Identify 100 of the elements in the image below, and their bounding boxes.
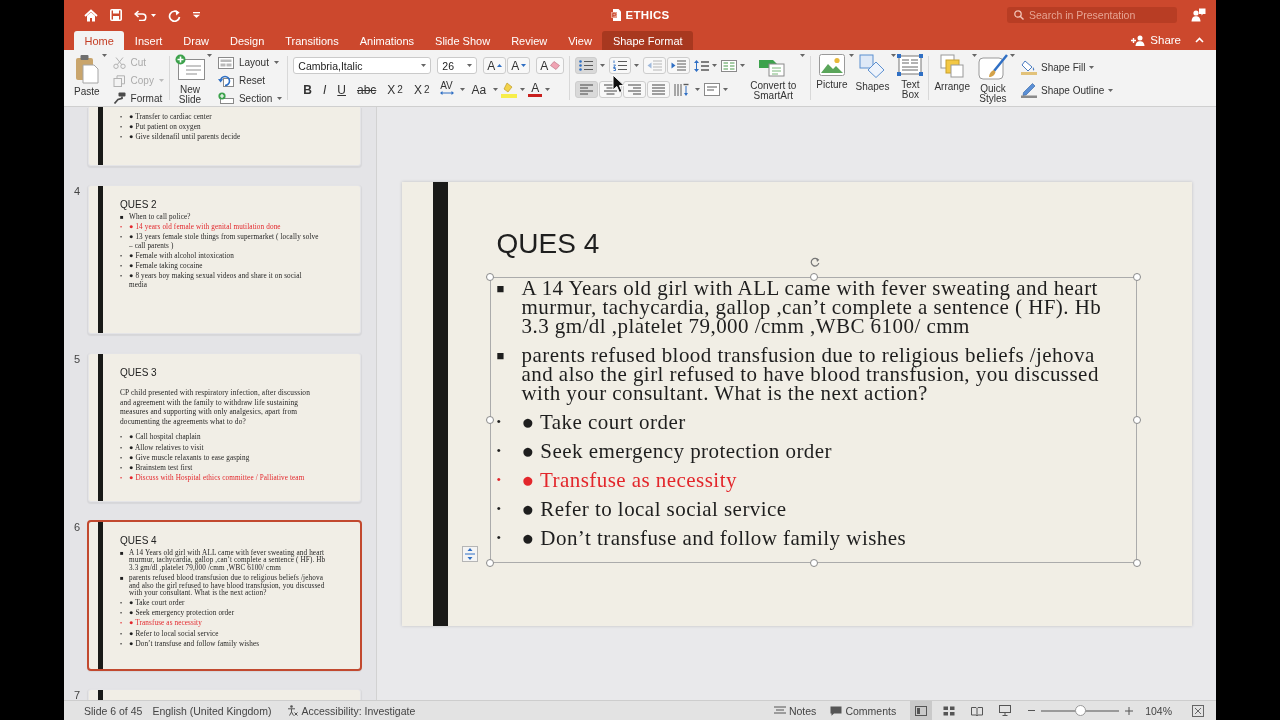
- dropdown-caret-icon[interactable]: [206, 54, 212, 57]
- paste-button[interactable]: Paste: [74, 54, 100, 97]
- dropdown-caret-icon[interactable]: [493, 88, 499, 91]
- dropdown-caret-icon[interactable]: [695, 88, 701, 91]
- shape-fill-button[interactable]: Shape Fill: [1020, 60, 1114, 75]
- text-box-button[interactable]: Text Box: [897, 54, 924, 100]
- ribbon-tab[interactable]: Insert: [124, 31, 173, 50]
- search-field[interactable]: Search in Presentation: [1007, 7, 1177, 23]
- underline-button[interactable]: U: [333, 81, 350, 98]
- ribbon-tab[interactable]: Slide Show: [424, 31, 501, 50]
- dropdown-caret-icon[interactable]: [849, 54, 855, 57]
- zoom-in-icon[interactable]: [1125, 706, 1134, 715]
- dropdown-caret-icon[interactable]: [421, 64, 427, 67]
- new-slide-icon: [174, 54, 205, 82]
- dropdown-caret-icon[interactable]: [520, 88, 526, 91]
- dropdown-caret-icon[interactable]: [891, 54, 897, 57]
- font-size-field[interactable]: 26: [437, 57, 478, 74]
- section-button[interactable]: Section: [217, 90, 283, 106]
- dropdown-caret-icon[interactable]: [600, 64, 606, 67]
- ribbon-tab[interactable]: Transitions: [274, 31, 350, 50]
- home-icon[interactable]: [84, 8, 98, 22]
- new-slide-button[interactable]: New Slide: [174, 54, 205, 105]
- slide-number: 6: [74, 521, 81, 533]
- dropdown-caret-icon[interactable]: [273, 61, 279, 65]
- change-case-button[interactable]: Aa: [467, 81, 491, 98]
- rotate-handle-icon[interactable]: [809, 256, 820, 267]
- arrange-button[interactable]: Arrange: [934, 54, 970, 92]
- reset-button[interactable]: Reset: [217, 72, 283, 89]
- dropdown-caret-icon[interactable]: [1009, 54, 1015, 57]
- font-name-field[interactable]: Cambria,Italic: [293, 57, 432, 74]
- ribbon-tab[interactable]: Draw: [172, 31, 220, 50]
- chevron-up-icon[interactable]: [1195, 37, 1204, 43]
- slide-thumbnail[interactable]: [87, 352, 362, 503]
- undo-icon[interactable]: [134, 9, 148, 21]
- save-icon[interactable]: [110, 9, 122, 21]
- convert-to-smartart-button[interactable]: Convert to SmartArt: [748, 54, 799, 101]
- bullets-button[interactable]: [575, 57, 598, 74]
- character-spacing-button[interactable]: AV: [436, 81, 457, 98]
- dropdown-caret-icon[interactable]: [971, 54, 977, 57]
- resize-handle[interactable]: [486, 273, 494, 281]
- ribbon-tab[interactable]: Design: [219, 31, 275, 50]
- resize-handle[interactable]: [809, 558, 818, 567]
- dropdown-caret-icon[interactable]: [723, 88, 729, 91]
- dropdown-caret-icon[interactable]: [151, 13, 156, 17]
- dropdown-caret-icon[interactable]: [740, 64, 746, 67]
- increase-indent-button[interactable]: [667, 57, 691, 74]
- italic-button[interactable]: I: [318, 81, 331, 98]
- dropdown-caret-icon[interactable]: [1089, 66, 1095, 69]
- line-spacing-icon[interactable]: [694, 59, 710, 72]
- dropdown-caret-icon[interactable]: [634, 64, 640, 67]
- bar-caret-icon[interactable]: [193, 12, 200, 18]
- resize-handle[interactable]: [1132, 416, 1141, 424]
- ribbon-tab[interactable]: View: [557, 31, 603, 50]
- crossed-square-icon[interactable]: [1192, 704, 1204, 717]
- font-color-button[interactable]: A: [528, 82, 543, 97]
- columns-icon[interactable]: [721, 59, 738, 72]
- accessibility-button[interactable]: Accessibility: Investigate: [287, 704, 416, 717]
- format-button[interactable]: Format: [112, 90, 164, 106]
- shape-outline-button[interactable]: Shape Outline: [1020, 83, 1114, 98]
- ribbon-tab[interactable]: Review: [500, 31, 558, 50]
- dropdown-caret-icon[interactable]: [459, 88, 465, 91]
- quick-styles-button[interactable]: Quick Styles: [977, 54, 1008, 104]
- comments-button[interactable]: Comments: [830, 704, 897, 717]
- slide-thumbnail[interactable]: [87, 520, 362, 671]
- dropdown-caret-icon[interactable]: [101, 54, 107, 57]
- shapes-button[interactable]: Shapes: [855, 54, 890, 92]
- dropdown-caret-icon[interactable]: [712, 64, 718, 67]
- clear-formatting-button[interactable]: A: [536, 57, 565, 74]
- dropdown-caret-icon[interactable]: [467, 64, 473, 67]
- up-down-arrows-icon[interactable]: [461, 545, 478, 562]
- decrease-font-size-button[interactable]: A: [507, 57, 531, 74]
- layout-button[interactable]: Layout: [217, 55, 283, 71]
- resize-handle[interactable]: [486, 416, 494, 424]
- redo-icon[interactable]: [168, 8, 181, 22]
- zoom-out-icon[interactable]: [1028, 707, 1036, 714]
- text-lines-box-icon[interactable]: [704, 83, 721, 96]
- ribbon-tab[interactable]: Shape Format: [602, 31, 694, 50]
- slide-thumbnail[interactable]: [87, 184, 362, 335]
- ribbon-tab[interactable]: Animations: [349, 31, 425, 50]
- resize-handle[interactable]: [1132, 558, 1141, 567]
- picture-button[interactable]: Picture: [816, 54, 848, 90]
- increase-font-size-button[interactable]: A: [483, 57, 507, 74]
- language-label[interactable]: English (United Kingdom): [152, 704, 272, 717]
- resize-handle[interactable]: [1132, 273, 1141, 281]
- numbering-button[interactable]: [609, 57, 632, 74]
- dropdown-caret-icon[interactable]: [277, 96, 283, 100]
- normal-view-button[interactable]: [910, 701, 933, 720]
- resize-handle[interactable]: [809, 273, 818, 281]
- dropdown-caret-icon[interactable]: [800, 54, 806, 57]
- ribbon-tab[interactable]: Home: [74, 31, 125, 50]
- resize-handle[interactable]: [486, 558, 494, 567]
- slide-thumbnail[interactable]: [87, 688, 362, 700]
- share-button[interactable]: Share: [1131, 34, 1181, 46]
- notes-button[interactable]: Notes: [773, 704, 817, 717]
- dropdown-caret-icon[interactable]: [1108, 89, 1114, 92]
- person-speech-bubble-icon[interactable]: [1191, 8, 1206, 22]
- zoom-slider-thumb[interactable]: [1074, 704, 1086, 716]
- strike-button[interactable]: abc: [353, 81, 381, 98]
- bold-button[interactable]: B: [299, 81, 316, 98]
- dropdown-caret-icon[interactable]: [545, 88, 551, 91]
